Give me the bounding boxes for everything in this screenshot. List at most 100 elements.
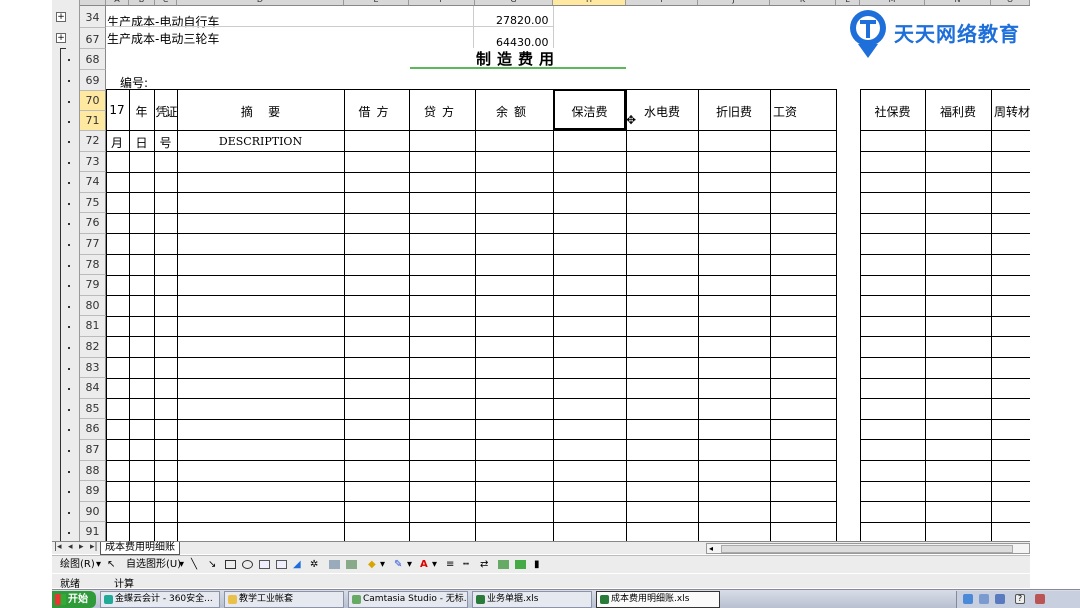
toolbar-options-icon[interactable]: ▮ (534, 558, 540, 572)
outline-dot (68, 80, 70, 82)
title-underline (410, 67, 626, 69)
row-header[interactable]: 88 (80, 460, 106, 482)
taskbar-item-excel-2[interactable]: 成本费用明细账.xls (596, 591, 720, 608)
row-header[interactable]: 70 (80, 91, 106, 111)
outline-bracket (60, 48, 66, 543)
next-sheet-icon[interactable]: ▸ (79, 542, 84, 552)
ledger-line (860, 295, 1030, 296)
wordart-icon[interactable]: ◢ (293, 558, 301, 572)
row-header[interactable]: 34 (80, 6, 106, 28)
last-sheet-icon[interactable]: ▸| (90, 542, 98, 552)
row-header[interactable]: 68 (80, 49, 106, 70)
ledger-line (106, 522, 836, 523)
row-header[interactable]: 69 (80, 70, 106, 91)
ledger-line (106, 89, 836, 90)
expand-group-button[interactable]: + (56, 33, 66, 43)
brand-logo: 天天网络教育 (846, 8, 1080, 60)
cell-label-row67[interactable]: 生产成本-电动三轮车 (107, 30, 219, 47)
excel-icon (600, 595, 609, 604)
row-header[interactable]: 90 (80, 501, 106, 523)
dash-style-icon[interactable]: ┅ (463, 558, 469, 572)
row-header[interactable]: 72 (80, 131, 106, 152)
row-header[interactable]: 71 (80, 111, 106, 131)
clipart-icon[interactable] (329, 560, 340, 569)
horizontal-scrollbar[interactable]: ◂ (706, 543, 1030, 554)
textbox-tool-icon[interactable] (259, 560, 270, 569)
taskbar-item-label: Camtasia Studio - 无标... (363, 594, 468, 604)
first-sheet-icon[interactable]: |◂ (54, 542, 62, 552)
taskbar-item-kingdee[interactable]: 金蝶云会计 - 360安全... (100, 591, 220, 608)
font-color-icon[interactable]: A (420, 558, 428, 572)
row-header[interactable]: 73 (80, 151, 106, 173)
arrow-style-icon[interactable]: ⇄ (480, 558, 488, 572)
picture-icon[interactable] (346, 560, 357, 569)
autoshapes-button[interactable]: 自选图形(U) (126, 558, 181, 572)
ledger-line (106, 316, 836, 317)
row-header[interactable]: 74 (80, 172, 106, 193)
rectangle-tool-icon[interactable] (225, 560, 236, 569)
prev-sheet-icon[interactable]: ◂ (68, 542, 73, 552)
network-icon[interactable] (963, 594, 973, 604)
tray-app-icon[interactable] (979, 594, 989, 604)
row-header[interactable]: 78 (80, 254, 106, 276)
shadow-style-icon[interactable] (498, 560, 509, 569)
tray-app-icon[interactable] (995, 594, 1005, 604)
line-color-icon[interactable]: ✎ (394, 558, 402, 572)
start-button[interactable]: 开始 (52, 591, 96, 608)
select-pointer-icon[interactable]: ↖ (107, 558, 115, 572)
excel-icon (476, 595, 485, 604)
row-header[interactable]: 84 (80, 378, 106, 399)
row-header[interactable]: 91 (80, 522, 106, 543)
ledger-line (106, 378, 836, 379)
taskbar-item-folder[interactable]: 教学工业帐套 (224, 591, 344, 608)
header-jiefang: 借方 (358, 105, 395, 119)
dropdown-arrow-icon[interactable]: ▾ (432, 558, 437, 572)
arrow-tool-icon[interactable]: ↘ (208, 558, 216, 572)
selected-cell-h70[interactable] (553, 89, 626, 130)
sheet-tab-active[interactable]: 成本费用明细账 (100, 542, 180, 555)
fill-color-icon[interactable]: ◆ (368, 558, 376, 572)
vertical-textbox-icon[interactable] (276, 560, 287, 569)
header-year: 17 (109, 103, 125, 117)
help-icon[interactable]: ? (1015, 594, 1025, 604)
cell-label-row34[interactable]: 生产成本-电动自行车 (107, 13, 219, 30)
row-header[interactable]: 79 (80, 275, 106, 296)
worksheet-grid[interactable]: 生产成本-电动自行车 27820.00 生产成本-电动三轮车 64430.00 … (106, 6, 1030, 542)
row-header[interactable]: 83 (80, 357, 106, 379)
taskbar-item-camtasia[interactable]: Camtasia Studio - 无标... (348, 591, 468, 608)
row-header[interactable]: 85 (80, 398, 106, 420)
dropdown-arrow-icon[interactable]: ▾ (179, 558, 184, 572)
scroll-thumb[interactable] (721, 545, 1013, 553)
diagram-icon[interactable]: ✲ (310, 558, 318, 572)
ledger-line (475, 89, 476, 541)
oval-tool-icon[interactable] (242, 560, 253, 569)
camtasia-icon (352, 595, 361, 604)
scroll-left-icon[interactable]: ◂ (709, 544, 713, 553)
row-header[interactable]: 89 (80, 481, 106, 502)
row-header[interactable]: 82 (80, 337, 106, 358)
row-header[interactable]: 75 (80, 192, 106, 214)
draw-menu-button[interactable]: 绘图(R) (60, 558, 95, 572)
windows-taskbar: 开始 金蝶云会计 - 360安全... 教学工业帐套 Camtasia Stud… (52, 589, 1080, 608)
dropdown-arrow-icon[interactable]: ▾ (380, 558, 385, 572)
taskbar-item-excel-1[interactable]: 业务单据.xls (472, 591, 592, 608)
header-description: DESCRIPTION (218, 135, 303, 148)
ledger-line (106, 192, 836, 193)
row-header[interactable]: 86 (80, 419, 106, 440)
row-header[interactable]: 87 (80, 440, 106, 461)
row-header[interactable]: 77 (80, 234, 106, 255)
line-style-icon[interactable]: ≡ (446, 558, 454, 572)
windows-flag-icon (55, 594, 66, 605)
line-tool-icon[interactable]: ╲ (191, 558, 197, 572)
3d-style-icon[interactable] (515, 560, 526, 569)
row-header[interactable]: 76 (80, 213, 106, 234)
tray-app-icon[interactable] (1035, 594, 1045, 604)
ledger-line (106, 398, 836, 399)
row-header[interactable]: 80 (80, 295, 106, 317)
dropdown-arrow-icon[interactable]: ▾ (407, 558, 412, 572)
row-header[interactable]: 81 (80, 316, 106, 337)
outline-dot (68, 429, 70, 432)
dropdown-arrow-icon[interactable]: ▾ (96, 558, 101, 572)
row-header[interactable]: 67 (80, 28, 106, 49)
expand-group-button[interactable]: + (56, 12, 66, 22)
